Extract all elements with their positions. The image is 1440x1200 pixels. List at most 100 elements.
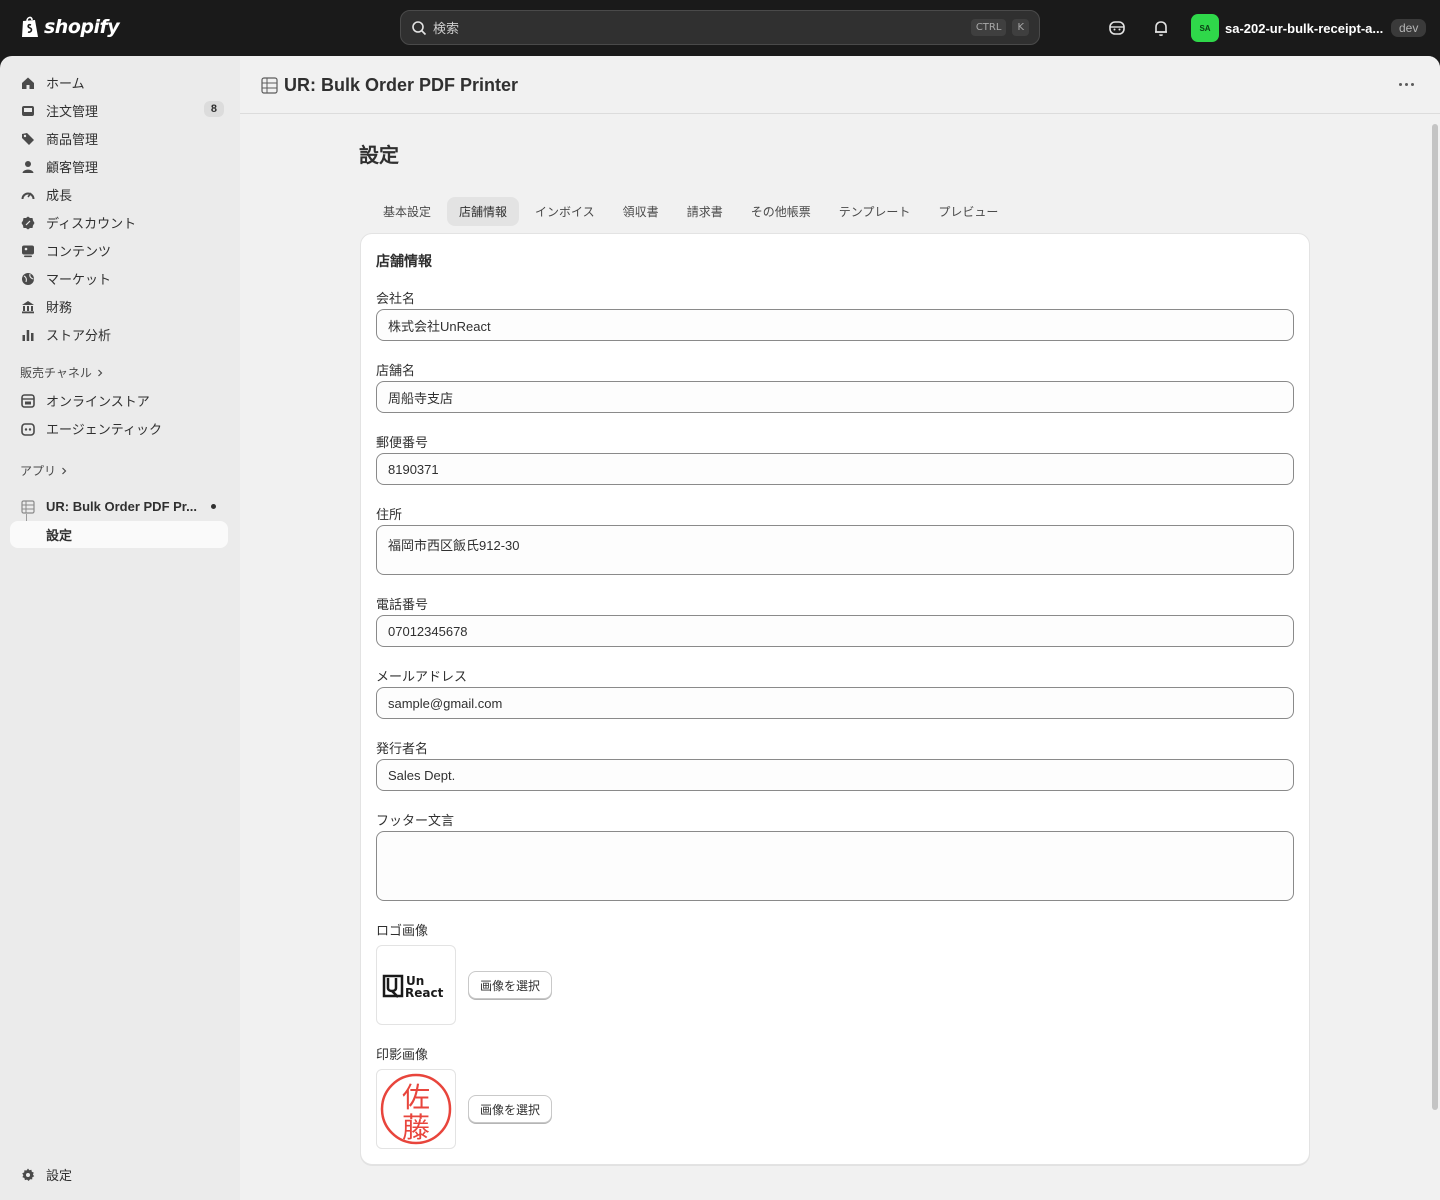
shortcut-k: K [1012,19,1029,36]
tab-preview[interactable]: プレビュー [926,197,1010,226]
sidebar-item-label: 商品管理 [46,132,99,147]
sales-channels-heading[interactable]: 販売チャネル [20,364,104,381]
app-header: UR: Bulk Order PDF Printer [240,56,1440,114]
sidebar-item-label: 財務 [46,300,73,315]
company-label: 会社名 [376,291,416,306]
sidebar-item-label: コンテンツ [46,244,112,259]
store-name-field[interactable]: 周船寺支店 [376,381,1294,413]
postal-code-field[interactable]: 8190371 [376,453,1294,485]
unreact-logo: Un React [382,974,444,1000]
tab-basic[interactable]: 基本設定 [371,197,443,226]
bell-icon[interactable] [1151,18,1171,38]
sidebar-item-label: オンラインストア [46,394,150,409]
sidebar-item-label: 注文管理 [46,104,99,119]
sidebar-item-orders[interactable]: 注文管理 8 [10,97,228,124]
postal-code-label: 郵便番号 [376,435,429,450]
bank-icon [20,299,36,315]
sidekick-icon[interactable] [1107,18,1127,38]
page-title: 設定 [359,145,399,167]
sidebar-item-markets[interactable]: マーケット [10,265,228,292]
email-field[interactable]: sample@gmail.com [376,687,1294,719]
robot-icon [20,421,36,437]
sidebar-item-analytics[interactable]: ストア分析 [10,321,228,348]
settings-tabs: 基本設定 店舗情報 インボイス 領収書 請求書 その他帳票 テンプレート プレビ… [371,197,1010,226]
search-input[interactable]: 検索 CTRL K [400,10,1040,45]
discount-icon [20,215,36,231]
address-field[interactable]: 福岡市西区飯氏912-30 [376,525,1294,575]
app-table-icon [261,77,278,94]
phone-field[interactable]: 07012345678 [376,615,1294,647]
stamp-image: 佐 藤 [376,1069,456,1149]
sidebar-item-app[interactable]: UR: Bulk Order PDF Pr... [10,493,228,520]
search-placeholder: 検索 [433,21,460,36]
chevron-right-icon [97,369,103,376]
sidebar-item-growth[interactable]: 成長 [10,181,228,208]
avatar: SA [1191,14,1219,42]
select-stamp-button[interactable]: 画像を選択 [468,1095,553,1123]
app-title: UR: Bulk Order PDF Printer [284,75,519,95]
phone-label: 電話番号 [376,597,429,612]
content-icon [20,243,36,259]
app-table-icon [20,499,36,515]
orders-count-badge: 8 [203,101,224,117]
sidebar-item-finance[interactable]: 財務 [10,293,228,320]
sidebar-item-products[interactable]: 商品管理 [10,125,228,152]
sidebar-item-label: ホーム [46,76,85,91]
globe-icon [20,271,36,287]
sidebar-item-customers[interactable]: 顧客管理 [10,153,228,180]
seal-stamp: 佐 藤 [380,1073,452,1145]
tag-icon [20,131,36,147]
sidebar-item-label: マーケット [46,272,112,287]
email-label: メールアドレス [376,669,468,684]
sidebar-item-agentic[interactable]: エージェンティック [10,415,228,442]
sidebar-item-label: エージェンティック [46,422,162,437]
env-badge: dev [1391,19,1427,37]
sidebar-item-label: 設定 [46,528,73,543]
home-icon [20,75,36,91]
sidebar-item-label: ストア分析 [46,328,112,343]
person-icon [20,159,36,175]
scrollbar[interactable] [1432,124,1438,1110]
tab-template[interactable]: テンプレート [827,197,923,226]
sidebar-item-settings[interactable]: 設定 [10,1161,228,1188]
shopify-bag-icon [22,16,38,37]
store-info-card: 店舗情報 会社名 株式会社UnReact 店舗名 周船寺支店 郵便番号 8190… [360,233,1310,1165]
sidebar-item-online-store[interactable]: オンラインストア [10,387,228,414]
issuer-field[interactable]: Sales Dept. [376,759,1294,791]
gear-icon [20,1167,36,1183]
sidebar-item-home[interactable]: ホーム [10,69,228,96]
storefront-icon [20,393,36,409]
sidebar-item-discounts[interactable]: ディスカウント [10,209,228,236]
tab-bill[interactable]: 請求書 [675,197,735,226]
footer-text-field[interactable] [376,831,1294,901]
brand-name: shopify [44,16,120,38]
store-switcher[interactable]: SA sa-202-ur-bulk-receipt-a... dev [1191,14,1427,42]
tab-receipt[interactable]: 領収書 [611,197,671,226]
apps-label: アプリ [20,464,57,478]
tab-store-info[interactable]: 店舗情報 [447,197,520,226]
card-title: 店舗情報 [376,253,432,269]
svg-text:藤: 藤 [402,1111,430,1144]
search-icon [412,20,427,35]
top-bar: shopify 検索 CTRL K SA sa-202-ur-bulk-rece… [0,0,1440,56]
shopify-logo[interactable]: shopify [20,15,120,39]
app-status-dot [211,504,216,509]
tab-invoice[interactable]: インボイス [523,197,607,226]
company-field[interactable]: 株式会社UnReact [376,309,1294,341]
sidebar-item-app-settings[interactable]: 設定 [10,521,228,548]
more-actions-icon[interactable] [1399,83,1414,86]
sales-channels-label: 販売チャネル [20,366,92,380]
main-content: UR: Bulk Order PDF Printer 設定 基本設定 店舗情報 … [240,56,1440,1200]
apps-heading[interactable]: アプリ [20,462,68,479]
select-logo-button[interactable]: 画像を選択 [468,971,553,999]
gauge-icon [20,187,36,203]
inbox-icon [20,103,36,119]
svg-text:React: React [405,986,444,1000]
tab-other-forms[interactable]: その他帳票 [739,197,823,226]
sidebar-item-content[interactable]: コンテンツ [10,237,228,264]
svg-text:佐: 佐 [402,1081,430,1114]
store-name: sa-202-ur-bulk-receipt-a... [1225,20,1384,36]
chevron-right-icon [62,467,67,474]
logo-image: Un React [376,945,456,1025]
